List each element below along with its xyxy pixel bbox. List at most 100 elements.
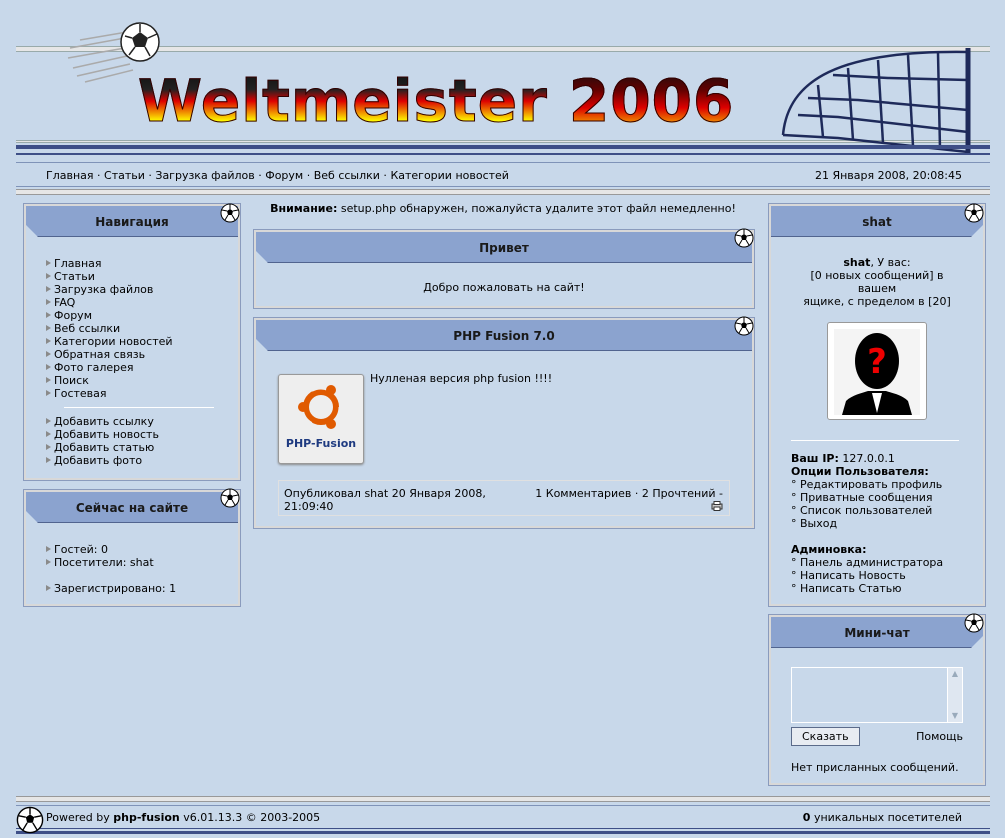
minichat-scrollbar[interactable]: ▲ ▼ (947, 668, 962, 722)
admin-write-news[interactable]: ° Написать Новость (791, 569, 943, 582)
menu-link-news-cats[interactable]: Категории новостей (390, 169, 509, 182)
nav-item-submit-article[interactable]: Добавить статью (44, 441, 228, 454)
print-icon[interactable] (711, 501, 723, 511)
top-menu-bar: Главная · Статьи · Загрузка файлов · Фор… (16, 162, 990, 187)
news-posted: Опубликовал shat 20 Января 2008, 21:09:4… (284, 487, 486, 513)
admin-panel-link[interactable]: ° Панель администратора (791, 556, 943, 569)
admin-link[interactable]: Написать Новость (800, 569, 906, 582)
option-members-list[interactable]: ° Список пользователей (791, 504, 943, 517)
menu-link-downloads[interactable]: Загрузка файлов (155, 169, 254, 182)
nav-link[interactable]: Гостевая (54, 387, 107, 400)
footer-powered: Powered by php-fusion v6.01.13.3 © 2003-… (46, 811, 320, 824)
mailbox-line: ящике, с пределом в [20] (803, 295, 951, 308)
nav-item-guestbook[interactable]: Гостевая (44, 387, 228, 400)
nav-item-faq[interactable]: FAQ (44, 296, 228, 309)
nav-link[interactable]: Статьи (54, 270, 95, 283)
powered-suffix: v6.01.13.3 © 2003-2005 (179, 811, 321, 824)
nav-item-submit-photo[interactable]: Добавить фото (44, 454, 228, 467)
footer-bottom-bar (16, 831, 990, 834)
nav-link[interactable]: Добавить статью (54, 441, 154, 454)
minichat-send-button[interactable]: Сказать (791, 727, 860, 746)
user-separator (791, 440, 959, 441)
powered-prefix: Powered by (46, 811, 114, 824)
nav-item-contact[interactable]: Обратная связь (44, 348, 228, 361)
unknown-user-avatar-icon: ? (834, 329, 920, 415)
nav-item-weblinks[interactable]: Веб ссылки (44, 322, 228, 335)
soccer-ball-icon (220, 203, 240, 223)
news-footer: Опубликовал shat 20 Января 2008, 21:09:4… (278, 480, 730, 516)
navigation-list: Главная Статьи Загрузка файлов FAQ Форум… (44, 257, 228, 400)
admin-label: Админовка: (791, 543, 867, 556)
news-category-image[interactable]: PHP-Fusion (278, 374, 364, 464)
nav-item-home[interactable]: Главная (44, 257, 228, 270)
option-private-messages[interactable]: ° Приватные сообщения (791, 491, 943, 504)
option-link[interactable]: Выход (800, 517, 837, 530)
admin-link[interactable]: Написать Статью (800, 582, 902, 595)
user-panel-title: shat (771, 206, 983, 237)
greeting-rest: , У вас: (870, 256, 911, 269)
online-panel: Сейчас на сайте Гостей: 0 Посетители: sh… (23, 489, 241, 607)
minichat-textarea[interactable]: ▲ ▼ (791, 667, 963, 723)
nav-item-gallery[interactable]: Фото галерея (44, 361, 228, 374)
menu-bottom-bar (16, 189, 990, 195)
menu-sep: · (379, 169, 391, 182)
user-greeting: shat, У вас: [0 новых сообщений] в вашем… (771, 256, 983, 308)
news-stats[interactable]: 1 Комментариев · 2 Прочтений - (535, 487, 723, 500)
header-divider-thin (16, 153, 990, 155)
nav-item-news-cats[interactable]: Категории новостей (44, 335, 228, 348)
online-panel-title: Сейчас на сайте (26, 492, 238, 523)
nav-link[interactable]: Добавить фото (54, 454, 142, 467)
nav-link[interactable]: Добавить ссылку (54, 415, 154, 428)
nav-item-downloads[interactable]: Загрузка файлов (44, 283, 228, 296)
nav-item-articles[interactable]: Статьи (44, 270, 228, 283)
soccer-ball-icon (734, 228, 754, 248)
news-body: Нулленая версия php fusion !!!! (370, 372, 553, 385)
footer-top-bar (16, 796, 990, 802)
submit-list: Добавить ссылку Добавить новость Добавит… (44, 415, 228, 467)
nav-item-submit-news[interactable]: Добавить новость (44, 428, 228, 441)
minichat-help-link[interactable]: Помощь (916, 730, 963, 743)
menu-link-weblinks[interactable]: Веб ссылки (314, 169, 380, 182)
navigation-panel-title: Навигация (26, 206, 238, 237)
nav-link[interactable]: FAQ (54, 296, 75, 309)
soccer-ball-icon (16, 806, 44, 834)
nav-item-submit-link[interactable]: Добавить ссылку (44, 415, 228, 428)
nav-item-forum[interactable]: Форум (44, 309, 228, 322)
nav-link[interactable]: Поиск (54, 374, 89, 387)
nav-link[interactable]: Фото галерея (54, 361, 134, 374)
news-image-label: PHP-Fusion (285, 437, 357, 450)
welcome-text: Добро пожаловать на сайт! (423, 281, 585, 294)
news-title[interactable]: PHP Fusion 7.0 (256, 320, 752, 351)
nav-link[interactable]: Загрузка файлов (54, 283, 153, 296)
welcome-panel-title: Привет (256, 232, 752, 263)
nav-link[interactable]: Добавить новость (54, 428, 159, 441)
online-members: Посетители: shat (44, 556, 228, 569)
online-registered: Зарегистрировано: 1 (44, 582, 228, 595)
admin-list: ° Панель администратора ° Написать Новос… (791, 556, 943, 595)
option-logout[interactable]: ° Выход (791, 517, 943, 530)
nav-link[interactable]: Форум (54, 309, 92, 322)
nav-item-search[interactable]: Поиск (44, 374, 228, 387)
goal-net-icon (781, 48, 971, 154)
messages-line[interactable]: [0 новых сообщений] в вашем (797, 269, 957, 295)
scroll-up-icon[interactable]: ▲ (948, 668, 962, 680)
option-edit-profile[interactable]: ° Редактировать профиль (791, 478, 943, 491)
menu-link-articles[interactable]: Статьи (104, 169, 145, 182)
admin-write-article[interactable]: ° Написать Статью (791, 582, 943, 595)
option-link[interactable]: Редактировать профиль (800, 478, 942, 491)
menu-link-forum[interactable]: Форум (265, 169, 303, 182)
nav-link[interactable]: Категории новостей (54, 335, 173, 348)
menu-link-home[interactable]: Главная (46, 169, 94, 182)
soccer-ball-icon (964, 613, 984, 633)
option-link[interactable]: Приватные сообщения (800, 491, 933, 504)
news-panel: PHP Fusion 7.0 PHP-Fusion Нулленая верси… (253, 317, 755, 529)
php-fusion-link[interactable]: php-fusion (113, 811, 179, 824)
nav-link[interactable]: Обратная связь (54, 348, 145, 361)
nav-link[interactable]: Главная (54, 257, 102, 270)
option-link[interactable]: Список пользователей (800, 504, 932, 517)
admin-link[interactable]: Панель администратора (800, 556, 943, 569)
minichat-panel: Мини-чат ▲ ▼ Сказать Помощь Нет присланн… (768, 614, 986, 786)
nav-link[interactable]: Веб ссылки (54, 322, 120, 335)
scroll-down-icon[interactable]: ▼ (948, 710, 962, 722)
user-info: Ваш IP: 127.0.0.1 Опции Пользователя: ° … (791, 452, 943, 595)
